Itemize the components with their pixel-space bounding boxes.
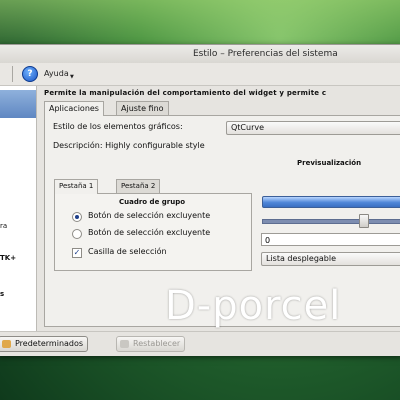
preview-progress-bar [262,196,400,208]
reset-button[interactable]: Restablecer [116,336,186,352]
reset-icon [120,340,129,348]
sidebar-item[interactable]: s [0,290,4,298]
radio-button-2[interactable] [72,229,82,239]
defaults-label: Predeterminados [15,339,84,348]
checkbox[interactable]: ✓ [72,248,82,258]
bottom-button-bar: Predeterminados Restablecer [0,331,400,356]
preview-slider-handle[interactable] [359,214,369,228]
toolbar-separator [12,66,13,82]
defaults-button[interactable]: Predeterminados [0,336,89,352]
checkbox-label: Casilla de selección [88,247,167,256]
defaults-icon [2,340,11,348]
tab-pestana-1[interactable]: Pestaña 1 [54,179,99,194]
page-heading: Permite la manipulación del comportamien… [44,89,327,97]
radio-label-2: Botón de selección excluyente [88,228,211,237]
tab-pestana-2[interactable]: Pestaña 2 [116,179,161,193]
radio-button-1[interactable] [72,212,82,222]
sidebar: ra TK+ s [0,86,37,331]
style-label: Estilo de los elementos gráficos: [53,122,183,131]
toolbar: ? Ayuda ▼ [0,63,400,86]
radio-label-1: Botón de selección excluyente [88,211,211,220]
window-title: Estilo – Preferencias del sistema [193,49,338,59]
style-select[interactable]: QtCurve [226,121,400,135]
group-box-title: Cuadro de grupo [119,198,186,206]
preview-title: Previsualización [297,159,362,167]
watermark-text: D-porcel [165,283,342,329]
help-menu-button[interactable]: Ayuda [44,69,69,78]
tab-aplicaciones[interactable]: Aplicaciones [44,101,104,116]
style-description: Descripción: Highly configurable style [53,141,205,150]
window-titlebar[interactable]: Estilo – Preferencias del sistema [0,45,400,64]
preview-panel: Cuadro de grupo Botón de selección exclu… [54,193,252,271]
sidebar-item[interactable]: TK+ [0,254,16,262]
sidebar-item[interactable]: ra [0,222,7,230]
tab-ajuste-fino[interactable]: Ajuste fino [116,101,169,115]
preview-dropdown[interactable]: Lista desplegable [261,252,400,266]
sidebar-item-selected[interactable] [0,90,36,118]
reset-label: Restablecer [133,339,181,348]
chevron-down-icon[interactable]: ▼ [70,74,74,80]
preview-slider-track[interactable] [262,219,400,224]
help-icon[interactable]: ? [22,66,38,82]
preview-spinbox[interactable]: 0 [261,233,400,246]
